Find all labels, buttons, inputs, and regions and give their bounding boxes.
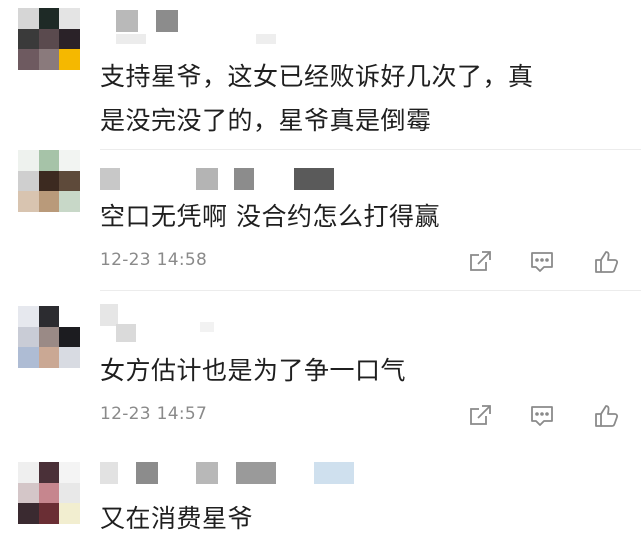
comment-text: 女方估计也是为了争一口气 bbox=[100, 356, 407, 385]
avatar[interactable] bbox=[18, 8, 80, 70]
reply-button[interactable] bbox=[528, 248, 556, 276]
comment-text-continued: 是没完没了的，星爷真是倒霉 bbox=[100, 106, 432, 135]
avatar[interactable] bbox=[18, 306, 80, 368]
comment-text: 支持星爷，这女已经败诉好几次了，真 bbox=[100, 62, 534, 91]
username[interactable] bbox=[100, 304, 220, 342]
divider bbox=[100, 290, 641, 291]
share-icon bbox=[470, 251, 491, 271]
reply-button[interactable] bbox=[528, 402, 556, 430]
share-button[interactable] bbox=[466, 248, 494, 276]
timestamp: 12-23 14:58 bbox=[100, 250, 208, 270]
comment-meta: 12-23 14:58 bbox=[100, 248, 641, 276]
comment-icon bbox=[531, 252, 553, 272]
comment-text: 空口无凭啊 没合约怎么打得赢 bbox=[100, 202, 440, 231]
avatar[interactable] bbox=[18, 150, 80, 212]
comment-meta: 12-23 14:57 bbox=[100, 402, 641, 430]
thumbs-up-icon bbox=[595, 405, 619, 427]
comment-text: 又在消费星爷 bbox=[100, 504, 254, 533]
thumbs-up-icon bbox=[595, 251, 619, 273]
comment-item: 又在消费星爷 bbox=[0, 456, 641, 549]
username[interactable] bbox=[100, 462, 360, 484]
username-sub bbox=[116, 34, 276, 44]
avatar[interactable] bbox=[18, 462, 80, 524]
comment-item: 空口无凭啊 没合约怎么打得赢 12-23 14:58 bbox=[0, 150, 641, 290]
username[interactable] bbox=[116, 10, 186, 32]
timestamp: 12-23 14:57 bbox=[100, 404, 208, 424]
share-icon bbox=[470, 405, 491, 425]
username[interactable] bbox=[100, 168, 340, 190]
like-button[interactable] bbox=[592, 248, 620, 276]
comment-item: 支持星爷，这女已经败诉好几次了，真 是没完没了的，星爷真是倒霉 bbox=[0, 0, 641, 150]
share-button[interactable] bbox=[466, 402, 494, 430]
comment-item: 女方估计也是为了争一口气 12-23 14:57 bbox=[0, 300, 641, 450]
like-button[interactable] bbox=[592, 402, 620, 430]
comment-icon bbox=[531, 406, 553, 426]
